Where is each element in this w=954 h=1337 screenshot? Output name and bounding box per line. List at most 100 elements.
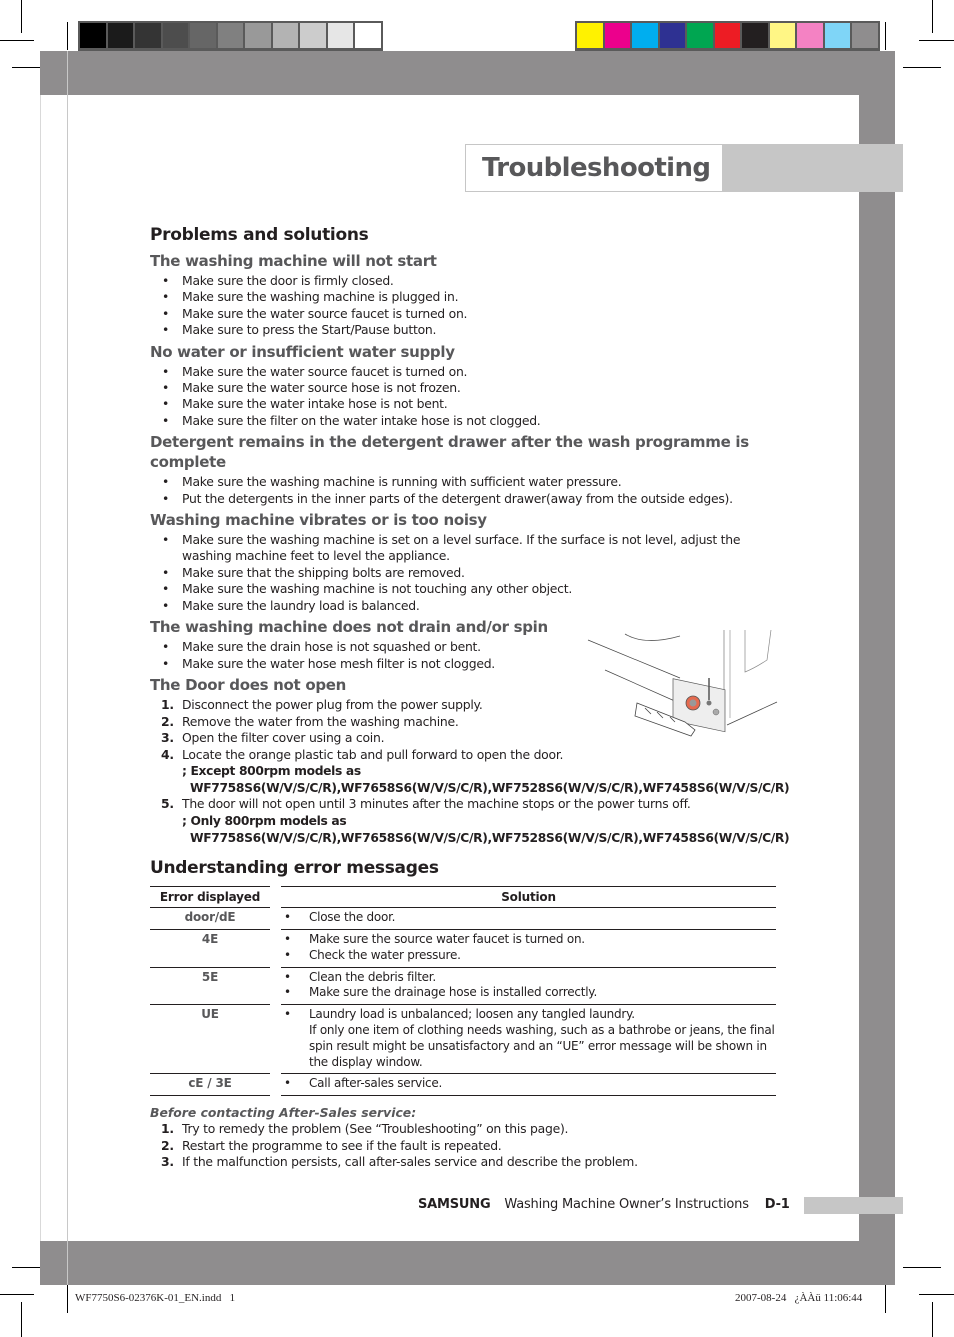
color-swatch	[80, 23, 106, 48]
color-swatch	[632, 23, 658, 48]
model-note: ; Only 800rpm models as WF7758S6(W/V/S/C…	[182, 814, 790, 845]
numbered-step: 2. Restart the programme to see if the fa…	[150, 1138, 780, 1155]
machine-base	[726, 701, 778, 726]
bottom-bleed-band	[40, 1241, 895, 1285]
error-code: cE / 3E	[150, 1074, 270, 1097]
bullet-icon: •	[162, 581, 170, 597]
drain-cap-icon	[706, 700, 712, 706]
crop-mark	[885, 22, 886, 50]
list-item-text: Make sure the washing machine is not tou…	[182, 581, 573, 597]
step-text: Restart the programme to see if the faul…	[182, 1137, 502, 1153]
list-item: • Make sure the washing machine is set on…	[150, 532, 780, 565]
list-item-text: Make sure the filter on the water intake…	[182, 412, 541, 428]
error-solution: • Laundry load is unbalanced; loosen any …	[281, 1005, 776, 1075]
crop-mark	[67, 1285, 68, 1313]
step-number: 3.	[161, 1154, 174, 1170]
page-title: Troubleshooting	[482, 153, 711, 183]
before-service-heading: Before contacting After-Sales service:	[150, 1105, 417, 1121]
bullet-icon: •	[162, 474, 170, 490]
bullet-icon: •	[162, 363, 170, 379]
list-item-text: Make sure the water hose mesh filter is …	[182, 655, 495, 671]
list-item: • Make sure the water intake hose is not …	[150, 396, 780, 412]
error-solution: • Close the door.	[281, 908, 776, 931]
step-text: Open the filter cover using a coin.	[182, 730, 385, 746]
color-swatch	[577, 23, 603, 48]
color-swatch	[852, 23, 878, 48]
step-text: Try to remedy the problem (See “Troubles…	[182, 1121, 569, 1137]
list-item-text: Make sure the water source faucet is tur…	[182, 305, 468, 321]
step-number: 5.	[161, 796, 174, 812]
color-swatch	[190, 23, 216, 48]
section-title: Washing machine vibrates or is too noisy	[150, 511, 487, 530]
list-item: • Make sure the water source faucet is tu…	[150, 306, 780, 322]
list-item-text: Make sure the drainage hose is installed…	[309, 985, 598, 1000]
list-item-text: Make sure the washing machine is plugged…	[182, 289, 459, 305]
list-item-text: Clean the debris filter.	[309, 969, 436, 984]
section-title: No water or insufficient water supply	[150, 342, 455, 361]
list-item: • Close the door.	[281, 910, 776, 926]
crop-mark	[21, 1302, 22, 1337]
right-bleed-band	[859, 95, 895, 1241]
list-item: • Put the detergents in the inner parts o…	[150, 491, 780, 507]
door-panel	[744, 630, 772, 673]
color-swatch	[742, 23, 768, 48]
color-swatch	[107, 23, 133, 48]
bullet-icon: •	[284, 985, 291, 1000]
page-footer: SAMSUNG Washing Machine Owner’s Instruct…	[418, 1197, 790, 1212]
list-item-detail: If only one item of clothing needs washi…	[309, 1023, 775, 1069]
solution-list: • Make sure the washing machine is runnin…	[150, 474, 780, 507]
problems-heading: Problems and solutions	[150, 225, 369, 245]
color-swatch	[217, 23, 243, 48]
bullet-icon: •	[284, 932, 291, 947]
slug-timestamp: 2007-08-24 ¿ÀÀü 11:06:44	[735, 1292, 863, 1304]
list-item-text: Make sure the drain hose is not squashed…	[182, 639, 481, 655]
list-item: • Check the water pressure.	[281, 948, 776, 964]
list-item-text: Put the detergents in the inner parts of…	[182, 490, 733, 506]
crop-mark	[932, 0, 933, 33]
section-title: The washing machine will not start	[150, 252, 437, 270]
list-item: • Make sure the washing machine is plugge…	[150, 289, 780, 305]
numbered-step: 3. If the malfunction persists, call afte…	[150, 1154, 780, 1171]
crop-mark	[932, 1302, 933, 1337]
crop-mark	[903, 1267, 941, 1268]
error-code: door/dE	[150, 908, 270, 931]
step-number: 1.	[161, 1121, 174, 1137]
before-service-list: 1. Try to remedy the problem (See “Troub…	[150, 1121, 780, 1171]
list-item: • Make sure that the shipping bolts are r…	[150, 565, 780, 581]
bullet-icon: •	[162, 490, 170, 506]
error-row: 4E • Make sure the source water faucet is …	[150, 930, 776, 968]
list-item: • Make sure the filter on the water intak…	[150, 413, 780, 429]
grayscale-color-bar	[78, 21, 383, 54]
color-swatch	[327, 23, 353, 48]
col-header-solution: Solution	[281, 886, 776, 909]
solution-list: • Make sure the door is firmly closed. • Ma…	[150, 273, 780, 339]
list-item-text: Make sure to press the Start/Pause butto…	[182, 322, 437, 338]
color-swatch	[162, 23, 188, 48]
color-swatch	[604, 23, 630, 48]
color-swatch	[272, 23, 298, 48]
color-swatch	[659, 23, 685, 48]
solution-list: • Make sure the washing machine is set on…	[150, 532, 780, 614]
error-row: UE • Laundry load is unbalanced; loosen an…	[150, 1005, 776, 1075]
list-item-text: Call after-sales service.	[309, 1076, 443, 1091]
washing-machine-filter-illustration	[587, 630, 778, 737]
error-row: cE / 3E • Call after-sales service.	[150, 1074, 776, 1097]
step-text: Disconnect the power plug from the power…	[182, 696, 483, 712]
bullet-icon: •	[162, 273, 170, 288]
title-box: Troubleshooting	[465, 144, 723, 192]
errors-heading: Understanding error messages	[150, 858, 439, 879]
list-item: • Make sure the door is firmly closed.	[150, 273, 780, 289]
list-item-text: Laundry load is unbalanced; loosen any t…	[309, 1007, 635, 1022]
error-code: UE	[150, 1005, 270, 1075]
color-swatch	[135, 23, 161, 48]
title-banner: Troubleshooting	[465, 144, 903, 192]
list-item: • Make sure to press the Start/Pause butt…	[150, 322, 780, 338]
slug-filename: WF7750S6-02376K-01_EN.indd 1	[75, 1292, 236, 1304]
footer-bar	[804, 1197, 903, 1214]
list-item: • Make sure the laundry load is balanced.	[150, 598, 780, 614]
machine-edge	[587, 639, 681, 679]
step-text: The door will not open until 3 minutes a…	[182, 796, 691, 812]
bullet-icon: •	[162, 380, 170, 396]
color-swatch	[687, 23, 713, 48]
problem-sections: The washing machine will not start • Make …	[150, 251, 780, 672]
